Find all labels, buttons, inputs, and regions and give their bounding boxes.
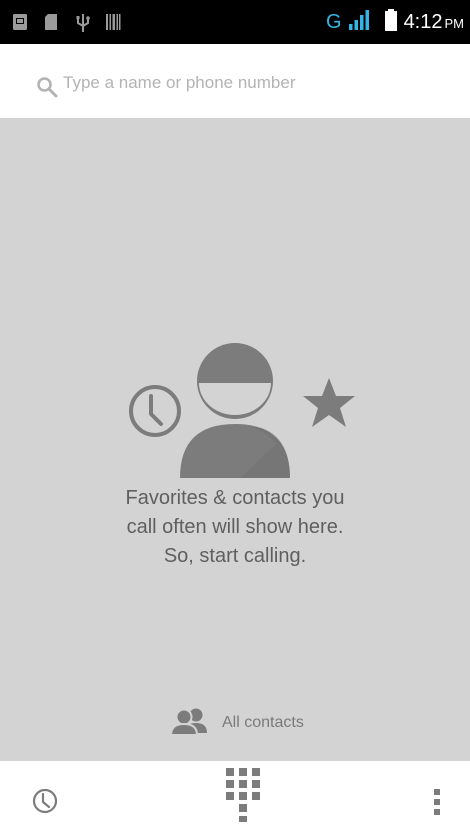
all-contacts-button[interactable]: All contacts xyxy=(169,706,304,741)
search-input[interactable]: Type a name or phone number xyxy=(63,73,295,93)
search-bar[interactable]: Type a name or phone number xyxy=(0,44,470,119)
recent-clock-icon xyxy=(129,385,181,437)
contacts-group-icon xyxy=(169,706,210,741)
sd-card-icon xyxy=(44,13,58,36)
empty-state-illustration xyxy=(122,338,362,478)
contact-avatar-icon xyxy=(180,343,290,478)
empty-state-message: Favorites & contacts you call often will… xyxy=(0,484,470,571)
overflow-menu-icon[interactable] xyxy=(432,787,442,822)
clock-time: 4:12 xyxy=(403,10,443,33)
bottom-action-bar xyxy=(0,761,470,833)
sim-card-icon xyxy=(12,13,28,36)
network-type-indicator: G xyxy=(326,10,342,33)
clock-ampm: PM xyxy=(444,15,465,31)
star-icon xyxy=(303,378,355,427)
battery-icon xyxy=(384,8,398,36)
usb-icon xyxy=(75,13,91,38)
all-contacts-label: All contacts xyxy=(222,714,304,731)
status-bar: G 4:12 PM xyxy=(0,0,470,44)
dialpad-icon[interactable] xyxy=(225,767,261,828)
empty-state-line-3: So, start calling. xyxy=(163,545,307,567)
empty-state-line-1: Favorites & contacts you xyxy=(125,487,345,509)
favorites-empty-state: Favorites & contacts you call often will… xyxy=(0,118,470,761)
signal-strength-icon xyxy=(348,9,372,36)
call-history-icon[interactable] xyxy=(32,788,58,819)
barcode-icon xyxy=(105,13,121,36)
empty-state-line-2: call often will show here. xyxy=(126,516,344,538)
search-icon xyxy=(36,76,58,98)
status-clock: 4:12 PM xyxy=(404,11,464,34)
